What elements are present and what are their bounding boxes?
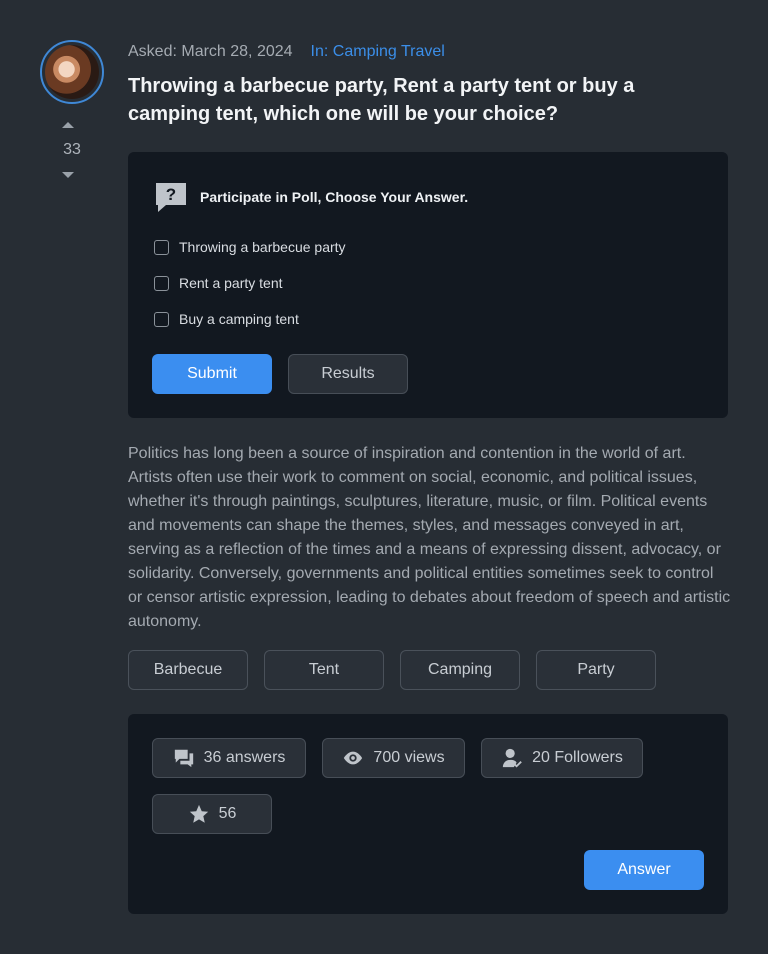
question-body: Politics has long been a source of inspi… bbox=[128, 445, 731, 630]
results-button[interactable]: Results bbox=[288, 354, 408, 394]
upvote-arrow-icon[interactable] bbox=[62, 122, 74, 128]
submit-button[interactable]: Submit bbox=[152, 354, 272, 394]
poll-card: ? Participate in Poll, Choose Your Answe… bbox=[128, 152, 728, 418]
question-title[interactable]: Throwing a barbecue party, Rent a party … bbox=[128, 72, 688, 128]
tag-barbecue[interactable]: Barbecue bbox=[128, 650, 248, 690]
followers-label: 20 Followers bbox=[532, 749, 623, 766]
views-count: 700 views bbox=[322, 738, 465, 778]
vote-count: 33 bbox=[63, 141, 81, 158]
user-check-icon bbox=[502, 748, 522, 768]
avatar-image bbox=[45, 45, 99, 99]
question-meta: Asked: March 28, 2024 In: Camping Travel bbox=[128, 43, 445, 61]
poll-option[interactable]: Buy a camping tent bbox=[154, 311, 299, 327]
answers-label: 36 answers bbox=[203, 749, 286, 766]
category-link[interactable]: In: Camping Travel bbox=[311, 43, 445, 61]
tag-party[interactable]: Party bbox=[536, 650, 656, 690]
tag-tent[interactable]: Tent bbox=[264, 650, 384, 690]
favorites-label: 56 bbox=[218, 805, 237, 822]
poll-option-label: Throwing a barbecue party bbox=[179, 239, 346, 255]
avatar[interactable] bbox=[40, 40, 104, 104]
question-bubble-icon: ? bbox=[156, 183, 186, 212]
poll-heading: Participate in Poll, Choose Your Answer. bbox=[200, 189, 469, 205]
downvote-arrow-icon[interactable] bbox=[62, 172, 74, 178]
followers-count[interactable]: 20 Followers bbox=[481, 738, 643, 778]
poll-checkbox[interactable] bbox=[154, 311, 169, 327]
poll-option[interactable]: Rent a party tent bbox=[154, 275, 283, 291]
question-page: 33 Asked: March 28, 2024 In: Camping Tra… bbox=[0, 0, 768, 954]
answer-button[interactable]: Answer bbox=[584, 850, 704, 890]
poll-option-label: Rent a party tent bbox=[179, 275, 283, 291]
answers-count[interactable]: 36 answers bbox=[152, 738, 306, 778]
favorites-count[interactable]: 56 bbox=[152, 794, 272, 834]
poll-checkbox[interactable] bbox=[154, 239, 169, 255]
poll-header: ? Participate in Poll, Choose Your Answe… bbox=[154, 180, 468, 214]
asked-date: Asked: March 28, 2024 bbox=[128, 43, 293, 60]
views-label: 700 views bbox=[373, 749, 445, 766]
poll-option-label: Buy a camping tent bbox=[179, 311, 299, 327]
poll-checkbox[interactable] bbox=[154, 275, 169, 291]
poll-option[interactable]: Throwing a barbecue party bbox=[154, 239, 346, 255]
tag-camping[interactable]: Camping bbox=[400, 650, 520, 690]
star-icon bbox=[189, 804, 208, 823]
eye-icon bbox=[344, 751, 363, 765]
stats-card: 36 answers 700 views 20 Followers 56 Ans… bbox=[128, 714, 728, 914]
comments-icon bbox=[174, 749, 193, 768]
svg-text:?: ? bbox=[166, 185, 176, 204]
